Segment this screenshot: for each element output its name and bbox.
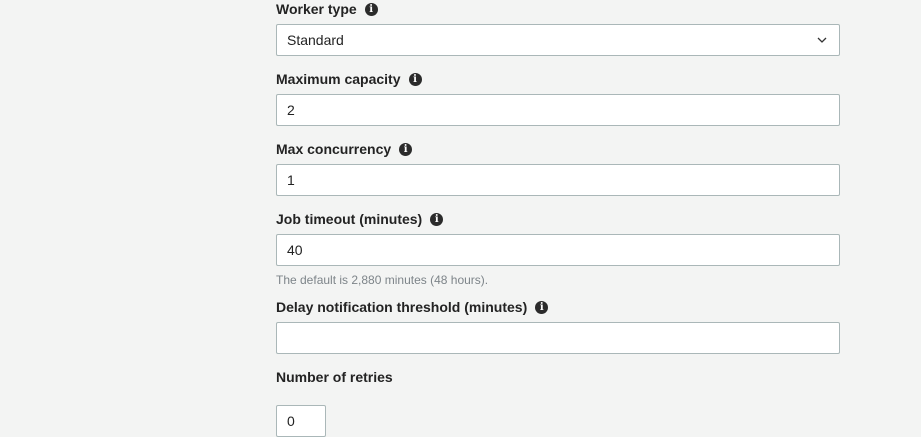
job-timeout-label-text: Job timeout (minutes) — [276, 211, 423, 227]
job-timeout-hint: The default is 2,880 minutes (48 hours). — [276, 273, 489, 287]
info-icon[interactable]: i — [430, 212, 444, 226]
job-timeout-input[interactable]: 40 — [276, 234, 840, 266]
delay-notification-label: Delay notification threshold (minutes) i — [276, 298, 549, 316]
number-of-retries-label-text: Number of retries — [276, 369, 393, 385]
info-icon[interactable]: i — [408, 72, 422, 86]
maximum-capacity-input[interactable]: 2 — [276, 94, 840, 126]
info-icon[interactable]: i — [399, 142, 413, 156]
maximum-capacity-label: Maximum capacity i — [276, 70, 422, 88]
info-icon[interactable]: i — [535, 300, 549, 314]
maximum-capacity-label-text: Maximum capacity — [276, 71, 401, 87]
max-concurrency-label-text: Max concurrency — [276, 141, 392, 157]
worker-type-value: Standard — [287, 32, 344, 48]
worker-type-label-text: Worker type — [276, 1, 357, 17]
number-of-retries-label: Number of retries — [276, 368, 393, 386]
worker-type-label: Worker type i — [276, 0, 378, 18]
delay-notification-input[interactable] — [276, 322, 840, 354]
delay-notification-label-text: Delay notification threshold (minutes) — [276, 299, 528, 315]
info-icon[interactable]: i — [364, 2, 378, 16]
job-timeout-label: Job timeout (minutes) i — [276, 210, 444, 228]
worker-type-select[interactable]: Standard — [276, 24, 840, 56]
max-concurrency-input[interactable]: 1 — [276, 164, 840, 196]
chevron-down-icon — [817, 37, 827, 43]
max-concurrency-label: Max concurrency i — [276, 140, 413, 158]
number-of-retries-input[interactable]: 0 — [276, 405, 326, 437]
